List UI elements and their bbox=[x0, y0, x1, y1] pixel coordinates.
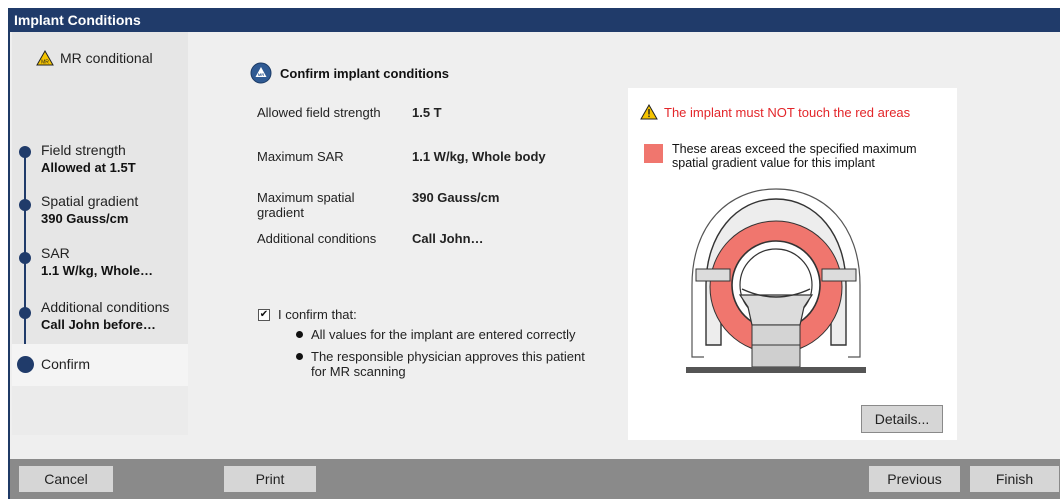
main-content: MR Confirm implant conditions Allowed fi… bbox=[188, 32, 1060, 440]
bullet-text: The responsible physician approves this … bbox=[311, 349, 585, 379]
cancel-button[interactable]: Cancel bbox=[18, 465, 114, 493]
row-value: 390 Gauss/cm bbox=[412, 190, 500, 205]
confirm-bullet: The responsible physician approves this … bbox=[296, 349, 586, 379]
row-label: Additional conditions bbox=[257, 231, 377, 246]
step-label: Spatial gradient bbox=[41, 193, 139, 209]
step-additional-conditions[interactable]: Additional conditions Call John before… bbox=[12, 294, 188, 360]
confirm-checkbox[interactable]: ✔ bbox=[258, 309, 270, 321]
patient-table bbox=[738, 294, 814, 326]
mr-conditional-label: MR conditional bbox=[60, 50, 153, 66]
implant-conditions-window: Implant Conditions MR MR conditional Fie… bbox=[8, 8, 1060, 499]
bullet-dot bbox=[296, 353, 303, 360]
svg-text:MR: MR bbox=[258, 72, 264, 77]
previous-button[interactable]: Previous bbox=[868, 465, 961, 493]
row-label: Maximum SAR bbox=[257, 149, 344, 164]
step-label: Field strength bbox=[41, 142, 126, 158]
step-confirm[interactable]: Confirm bbox=[12, 344, 188, 386]
implant-warning: The implant must NOT touch the red areas bbox=[640, 104, 910, 120]
red-area-swatch bbox=[644, 144, 663, 163]
step-field-strength[interactable]: Field strength Allowed at 1.5T bbox=[12, 136, 188, 194]
mr-conditional-warning-icon: MR bbox=[36, 50, 54, 66]
step-connector bbox=[24, 188, 26, 244]
page-heading: MR Confirm implant conditions bbox=[250, 62, 449, 84]
heading-text: Confirm implant conditions bbox=[280, 65, 449, 81]
steps-sidebar: MR MR conditional Field strength Allowed… bbox=[12, 32, 188, 435]
button-bar: Cancel Print Previous Finish bbox=[10, 459, 1060, 499]
row-label: Allowed field strength bbox=[257, 105, 381, 120]
step-spatial-gradient[interactable]: Spatial gradient 390 Gauss/cm bbox=[12, 188, 188, 244]
svg-text:MR: MR bbox=[41, 60, 49, 66]
confirm-bullet: All values for the implant are entered c… bbox=[296, 327, 616, 342]
step-label: Additional conditions bbox=[41, 299, 170, 315]
window-title: Implant Conditions bbox=[10, 8, 1060, 32]
step-dot-current bbox=[17, 356, 34, 373]
mr-conditional-status: MR MR conditional bbox=[36, 50, 153, 66]
step-value: Call John before… bbox=[41, 317, 156, 332]
row-label: Maximum spatial gradient bbox=[257, 190, 355, 220]
warning-text: The implant must NOT touch the red areas bbox=[664, 104, 911, 120]
warning-triangle-icon bbox=[640, 104, 658, 120]
step-connector bbox=[24, 240, 26, 298]
bullet-text: All values for the implant are entered c… bbox=[311, 327, 576, 342]
row-value: 1.5 T bbox=[412, 105, 442, 120]
finish-button[interactable]: Finish bbox=[969, 465, 1060, 493]
details-button[interactable]: Details... bbox=[861, 405, 943, 433]
confirm-label: I confirm that: bbox=[278, 307, 357, 322]
row-value: Call John… bbox=[412, 231, 484, 246]
mr-scanner-diagram bbox=[686, 188, 866, 373]
mr-conditional-circle-icon: MR bbox=[250, 62, 272, 84]
print-button[interactable]: Print bbox=[223, 465, 317, 493]
sidebar-footer-area bbox=[12, 386, 188, 435]
step-value: 1.1 W/kg, Whole… bbox=[41, 263, 153, 278]
floor bbox=[686, 367, 866, 373]
bullet-dot bbox=[296, 331, 303, 338]
step-value: Allowed at 1.5T bbox=[41, 160, 136, 175]
implant-zone-panel: The implant must NOT touch the red areas… bbox=[628, 88, 957, 440]
step-label: SAR bbox=[41, 245, 70, 261]
step-label: Confirm bbox=[41, 356, 91, 372]
row-value: 1.1 W/kg, Whole body bbox=[412, 149, 546, 164]
step-sar[interactable]: SAR 1.1 W/kg, Whole… bbox=[12, 240, 188, 298]
legend-text: These areas exceed the specified maximum… bbox=[672, 142, 917, 170]
step-value: 390 Gauss/cm bbox=[41, 211, 129, 226]
